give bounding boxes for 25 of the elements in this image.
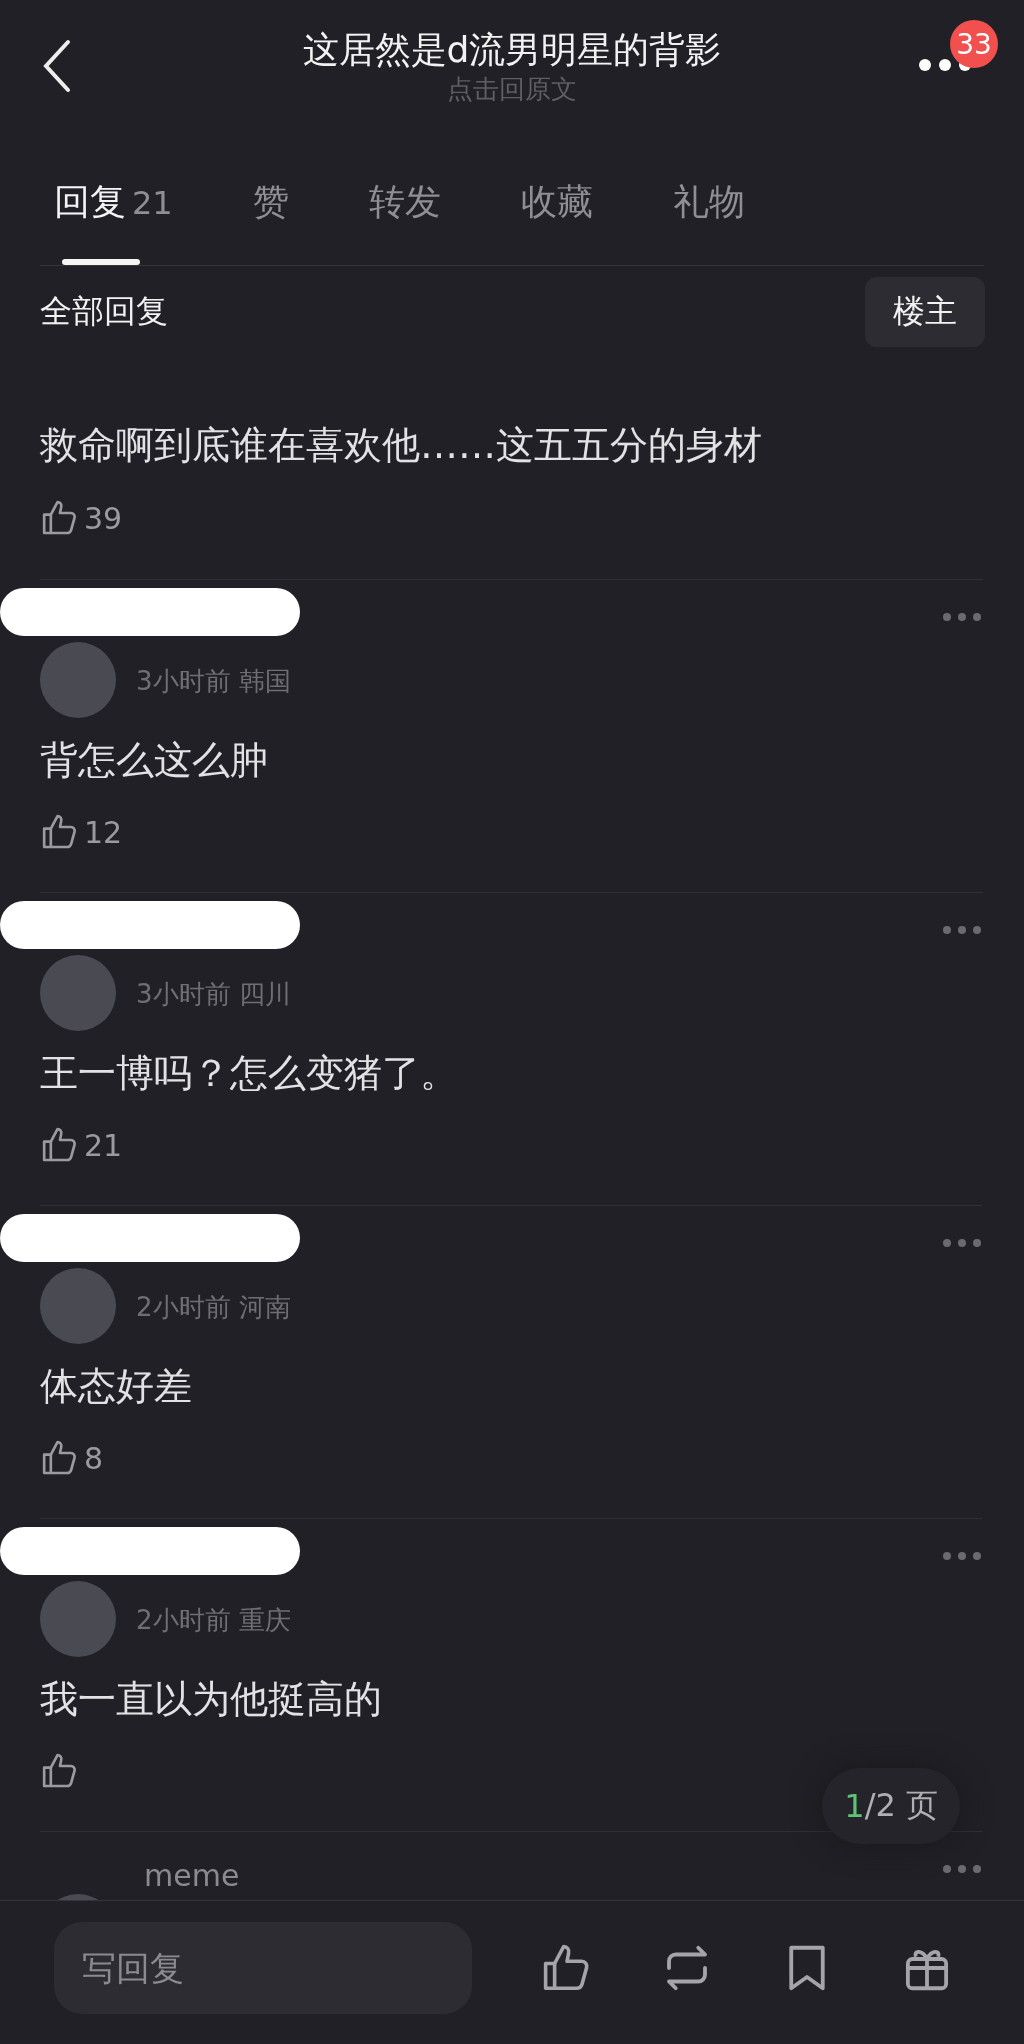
- comment-meta: 2小时前 重庆: [136, 1604, 291, 1637]
- reply-input[interactable]: 写回复: [54, 1921, 472, 2014]
- tab[interactable]: 收藏: [505, 140, 608, 265]
- comment-text: 体态好差: [40, 1363, 192, 1410]
- comment-meta: 2小时前 河南: [136, 1291, 291, 1324]
- tab[interactable]: 赞: [237, 140, 304, 265]
- like-button[interactable]: 39: [40, 498, 123, 538]
- tab[interactable]: 回复 21: [40, 140, 188, 265]
- like-button[interactable]: 12: [40, 812, 123, 852]
- comment-text: 王一博吗？怎么变猪了。: [40, 1050, 458, 1097]
- like-button[interactable]: 21: [40, 1125, 123, 1165]
- comment-meta: 3小时前 四川: [136, 978, 291, 1011]
- notification-badge: 33: [950, 20, 998, 68]
- comment-text: 背怎么这么肿: [40, 737, 268, 784]
- tab[interactable]: 转发: [353, 140, 456, 265]
- section-title: 全部回复: [40, 291, 168, 332]
- comment-meta: 3小时前 韩国: [136, 665, 291, 698]
- post-title: 这居然是d流男明星的背影: [302, 28, 722, 72]
- user-name[interactable]: meme: [144, 1858, 240, 1893]
- op-filter-button[interactable]: 楼主: [865, 277, 985, 347]
- tab[interactable]: 礼物: [657, 140, 760, 265]
- comment-text: 救命啊到底谁在喜欢他……这五五分的身材: [40, 422, 762, 469]
- comment-text: 我一直以为他挺高的: [40, 1676, 382, 1723]
- like-button[interactable]: 8: [40, 1438, 104, 1478]
- page-indicator[interactable]: 1/2 页: [822, 1768, 960, 1844]
